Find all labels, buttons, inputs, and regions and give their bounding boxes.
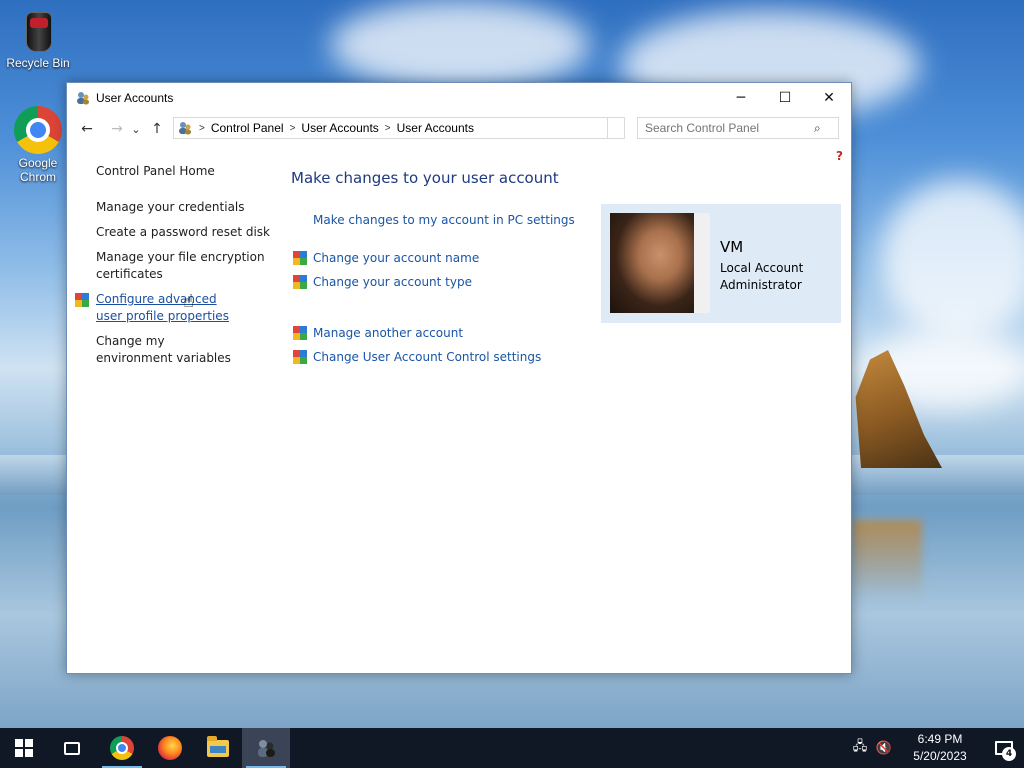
user-accounts-window: User Accounts ─ ☐ ✕ ← → ⌄ ↑ > Control Pa… [66, 82, 852, 674]
manage-another-account-link[interactable]: Manage another account [313, 326, 463, 340]
maximize-button[interactable]: ☐ [763, 83, 807, 113]
search-input[interactable] [638, 121, 814, 135]
uac-shield-icon [293, 326, 307, 340]
action-center-button[interactable]: 4 [984, 728, 1024, 768]
back-arrow-icon[interactable]: ← [75, 117, 99, 141]
breadcrumb-chevron-icon[interactable]: > [385, 123, 391, 134]
uac-shield-icon [293, 275, 307, 289]
configure-advanced-user-profile-properties-link[interactable]: Configure advanced user profile properti… [96, 291, 246, 325]
windows-logo-icon [15, 739, 33, 757]
uac-shield-icon [293, 350, 307, 364]
search-icon[interactable]: ⌕ [814, 121, 821, 136]
address-dropdown[interactable] [607, 117, 625, 139]
control-panel-icon [177, 120, 193, 136]
control-panel-home-link[interactable]: Control Panel Home [96, 163, 276, 180]
up-arrow-icon[interactable]: ↑ [145, 117, 169, 141]
breadcrumb-user-accounts[interactable]: User Accounts [301, 121, 378, 135]
page-title: Make changes to your user account [291, 169, 559, 187]
recycle-bin-icon [14, 6, 62, 54]
minimize-button[interactable]: ─ [719, 83, 763, 113]
system-tray: 🖧 🔇 6:49 PM 5/20/2023 4 [848, 728, 1024, 768]
address-bar[interactable]: > Control Panel > User Accounts > User A… [173, 117, 625, 139]
clock[interactable]: 6:49 PM 5/20/2023 [896, 731, 984, 765]
user-account-details: Local Account Administrator [720, 260, 803, 294]
cloud [330, 0, 590, 90]
cloud [880, 180, 1024, 340]
task-view-icon [64, 741, 80, 755]
rock-reflection [852, 520, 922, 600]
create-password-reset-disk-link[interactable]: Create a password reset disk [96, 224, 276, 241]
firefox-icon [158, 736, 182, 760]
window-title: User Accounts [96, 91, 174, 105]
chrome-icon [110, 736, 134, 760]
breadcrumb-chevron-icon[interactable]: > [199, 123, 205, 134]
desktop-icon-recycle-bin[interactable]: Recycle Bin [0, 6, 76, 70]
navigation-bar: ← → ⌄ ↑ > Control Panel > User Accounts … [67, 113, 851, 145]
clock-time: 6:49 PM [917, 732, 963, 746]
volume-muted-icon[interactable]: 🔇 [872, 728, 896, 768]
chrome-icon [14, 106, 62, 154]
search-box[interactable]: ⌕ [637, 117, 839, 139]
account-role-label: Administrator [720, 278, 802, 292]
close-button[interactable]: ✕ [807, 83, 851, 113]
desktop-icon-google-chrome[interactable]: Google Chrom [0, 106, 76, 184]
file-explorer-icon [207, 735, 229, 757]
change-environment-variables-link[interactable]: Change my environment variables [96, 333, 236, 367]
desktop-icon-label: Google Chrom [18, 156, 58, 184]
change-uac-settings-link[interactable]: Change User Account Control settings [313, 350, 541, 364]
account-type-label: Local Account [720, 261, 804, 275]
taskbar-firefox-button[interactable] [146, 728, 194, 768]
clock-date: 5/20/2023 [913, 749, 967, 763]
manage-credentials-link[interactable]: Manage your credentials [96, 199, 276, 216]
pc-settings-link[interactable]: Make changes to my account in PC setting… [313, 213, 575, 227]
taskbar: 🖧 🔇 6:49 PM 5/20/2023 4 [0, 728, 1024, 768]
forward-arrow-icon[interactable]: → [105, 117, 129, 141]
taskbar-user-accounts-button[interactable] [242, 728, 290, 768]
user-avatar[interactable] [610, 213, 710, 313]
uac-shield-icon [75, 293, 89, 307]
taskbar-file-explorer-button[interactable] [194, 728, 242, 768]
notification-count-badge: 4 [1002, 747, 1016, 761]
user-accounts-icon [255, 737, 277, 759]
help-icon[interactable]: ? [833, 150, 846, 163]
desktop-icon-label: Recycle Bin [6, 56, 70, 70]
taskbar-chrome-button[interactable] [98, 728, 146, 768]
user-accounts-icon [75, 90, 91, 106]
user-name: VM [720, 238, 744, 256]
change-account-name-link[interactable]: Change your account name [313, 251, 479, 265]
user-account-card: VM Local Account Administrator [601, 204, 841, 323]
change-account-type-link[interactable]: Change your account type [313, 275, 472, 289]
title-bar[interactable]: User Accounts ─ ☐ ✕ [67, 83, 851, 113]
breadcrumb-user-accounts-current[interactable]: User Accounts [397, 121, 474, 135]
recent-locations-chevron-icon[interactable]: ⌄ [129, 117, 143, 141]
start-button[interactable] [0, 728, 48, 768]
task-view-button[interactable] [48, 728, 96, 768]
breadcrumb-control-panel[interactable]: Control Panel [211, 121, 284, 135]
network-icon[interactable]: 🖧 [848, 728, 872, 768]
uac-shield-icon [293, 251, 307, 265]
hand-cursor-icon: ☝ [183, 291, 194, 312]
breadcrumb-chevron-icon[interactable]: > [290, 123, 296, 134]
manage-file-encryption-certificates-link[interactable]: Manage your file encryption certificates [96, 249, 276, 283]
